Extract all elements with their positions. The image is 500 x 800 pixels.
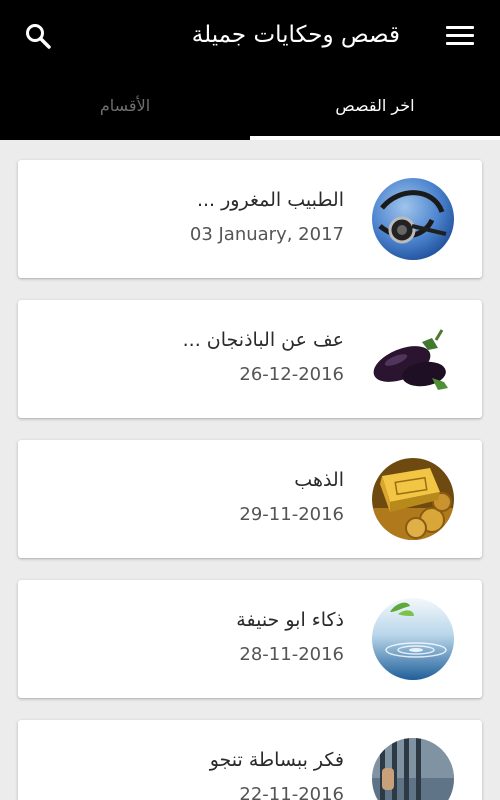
story-date: 26-12-2016 xyxy=(239,364,344,385)
tab-latest-stories[interactable]: اخر القصص xyxy=(250,80,500,140)
gold-thumbnail xyxy=(372,458,454,540)
story-card[interactable]: ذكاء ابو حنيفة 28-11-2016 xyxy=(18,580,482,698)
story-title: فكر ببساطة تنجو xyxy=(209,749,344,771)
prison-bars-thumbnail xyxy=(372,738,454,800)
story-card[interactable]: الطبيب المغرور ... 03 January, 2017 xyxy=(18,160,482,278)
story-list[interactable]: الطبيب المغرور ... 03 January, 2017 عف ع… xyxy=(0,140,500,800)
story-title: الطبيب المغرور ... xyxy=(196,189,344,211)
app-title: قصص وحكايات جميلة xyxy=(191,22,400,48)
stethoscope-thumbnail xyxy=(372,178,454,260)
story-date: 22-11-2016 xyxy=(239,784,344,800)
tab-bar: اخر القصص الأقسام xyxy=(0,80,500,140)
tab-sections[interactable]: الأقسام xyxy=(0,80,250,140)
story-title: ذكاء ابو حنيفة xyxy=(236,609,344,631)
story-date: 28-11-2016 xyxy=(239,644,344,665)
menu-icon[interactable] xyxy=(446,24,474,46)
story-date: 29-11-2016 xyxy=(239,504,344,525)
search-icon[interactable] xyxy=(24,22,52,50)
app-bar: قصص وحكايات جميلة اخر القصص الأقسام xyxy=(0,0,500,140)
story-card[interactable]: فكر ببساطة تنجو 22-11-2016 xyxy=(18,720,482,800)
story-card[interactable]: عف عن الباذنجان ... 26-12-2016 xyxy=(18,300,482,418)
eggplant-thumbnail xyxy=(372,318,454,400)
story-card[interactable]: الذهب 29-11-2016 xyxy=(18,440,482,558)
story-date: 03 January, 2017 xyxy=(189,224,344,245)
story-title: الذهب xyxy=(294,469,344,491)
tab-sections-label: الأقسام xyxy=(99,96,151,115)
story-title: عف عن الباذنجان ... xyxy=(182,329,344,351)
tab-latest-stories-label: اخر القصص xyxy=(335,96,415,115)
water-drop-thumbnail xyxy=(372,598,454,680)
